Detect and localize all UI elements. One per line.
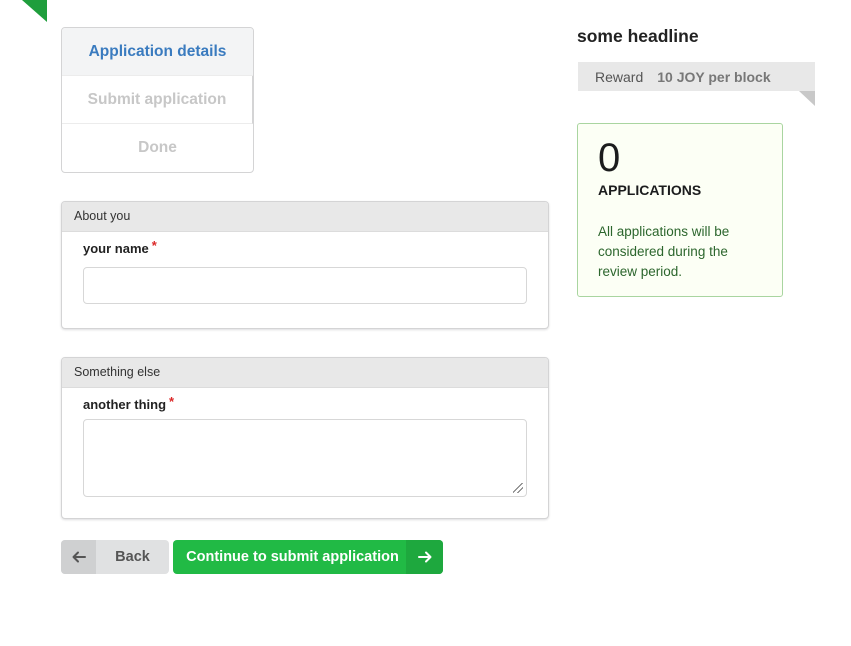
field-label-text: another thing — [83, 397, 167, 412]
application-steps: Application details Submit application D… — [61, 27, 254, 173]
field-label-text: your name — [83, 241, 149, 256]
required-mark: * — [151, 238, 157, 253]
section-header: About you — [62, 202, 548, 232]
arrow-left-icon — [61, 540, 96, 574]
continue-button[interactable]: Continue to submit application — [173, 540, 443, 574]
step-submit-application[interactable]: Submit application — [62, 76, 253, 124]
applications-count: 0 — [598, 136, 621, 180]
required-mark: * — [169, 394, 175, 409]
applications-label: APPLICATIONS — [598, 182, 702, 198]
reward-label: Reward — [595, 68, 644, 85]
another-thing-wrapper — [83, 419, 527, 497]
back-button-label: Back — [115, 549, 150, 565]
section-something-else: Something else another thing * — [61, 357, 549, 519]
section-about-you: About you your name * — [61, 201, 549, 329]
your-name-label: your name * — [83, 238, 157, 256]
reward-value: 10 JOY per block — [657, 68, 771, 85]
section-header: Something else — [62, 358, 548, 388]
ribbon-fold — [799, 91, 815, 106]
continue-button-label: Continue to submit application — [186, 549, 399, 565]
another-thing-label: another thing * — [83, 394, 175, 412]
applications-stats: 0 APPLICATIONS All applications will be … — [577, 123, 783, 297]
arrow-right-icon — [406, 540, 443, 574]
back-button[interactable]: Back — [61, 540, 169, 574]
corner-marker — [22, 0, 47, 22]
applications-note: All applications will be considered duri… — [598, 224, 730, 279]
step-application-details[interactable]: Application details — [62, 28, 253, 76]
another-thing-textarea[interactable] — [83, 419, 527, 497]
resize-handle-icon[interactable] — [513, 483, 523, 493]
your-name-input[interactable] — [83, 267, 527, 304]
reward-ribbon: Reward 10 JOY per block — [578, 62, 815, 91]
step-done[interactable]: Done — [62, 124, 253, 172]
headline: some headline — [577, 26, 699, 46]
